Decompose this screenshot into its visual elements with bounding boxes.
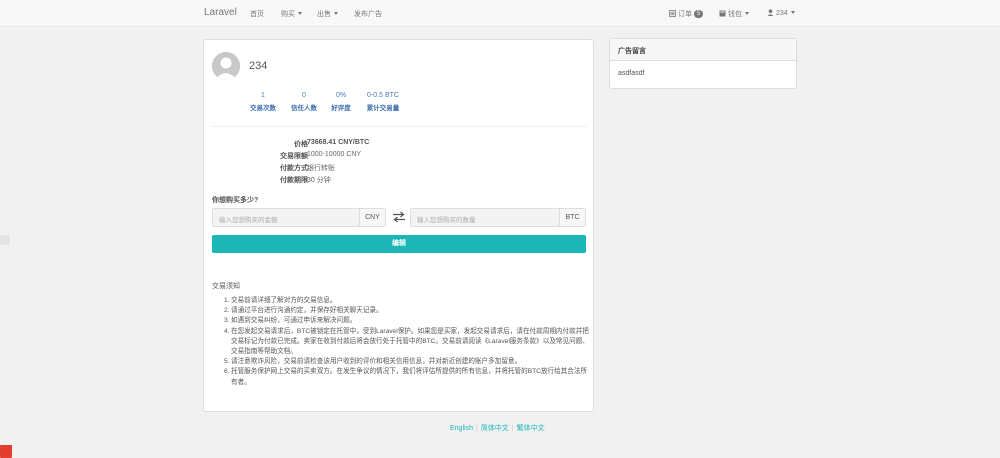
info-label: 价格 [294,141,308,148]
nav-post-ad[interactable]: 发布广告 [354,9,382,19]
list-item: 2. 请通过平台进行沟通约定，并保存好相关聊天记录。 [224,307,383,315]
ad-message-text: asdfasdf [618,70,645,77]
stat-value: 0-0.5 BTC [367,92,399,99]
info-label: 交易限额 [280,153,308,160]
nav-buy-label: 购买 [281,11,295,18]
nav-user-label: 234 [776,10,788,17]
orders-count-badge: 5 [694,10,704,18]
ad-message-title: 广告留言 [610,39,796,61]
list-item: 3. 如遇到交易纠纷，可通过申诉来解决问题。 [224,317,357,325]
info-row-payment-method: 付款方式 银行转账 [204,163,595,173]
info-row-limit: 交易限额 1000-10000 CNY [204,151,595,161]
separator: | [511,425,514,432]
swap-icon[interactable] [392,211,406,223]
notice-title: 交易须知 [212,283,240,290]
list-icon [669,10,676,17]
navbar: Laravel 首页 购买 出售 发布广告 订单 5 钱包 234 [0,0,1000,27]
edit-button[interactable]: 编辑 [212,235,586,253]
chevron-down-icon [745,12,749,15]
info-label: 付款方式 [280,165,308,172]
ad-message-panel: 广告留言 asdfasdf [609,38,797,89]
amount-currency: CNY [359,209,385,226]
nav-orders-label: 订单 [678,11,692,18]
nav-orders[interactable]: 订单 5 [669,9,704,19]
quantity-currency: BTC [559,209,585,226]
chevron-down-icon [298,12,302,15]
notice-text: 请通过平台进行沟通约定，并保存好相关聊天记录。 [231,307,383,315]
stat-volume: 0-0.5 BTC 累计交易量 [358,92,408,112]
notice-text: 在您发起交易请求后，BTC被锁定在托管中，受到Laravel保护。如果您是买家，… [231,327,589,356]
nav-buy[interactable]: 购买 [281,9,302,19]
avatar[interactable] [212,52,240,80]
amount-input[interactable]: 输入您想购买的金额 [213,209,359,226]
price-value: 73668.41 CNY/BTC [307,139,370,146]
language-switcher: English | 简体中文 | 繁体中文 [450,423,545,433]
list-item: 1. 交易前请详细了解对方的交易信息。 [224,297,337,304]
nav-sell[interactable]: 出售 [317,9,338,19]
list-item: 5. 请注意欺诈风险，交易前请检查该用户收到的评价和相关信用信息，并对新近创建的账… [224,358,522,366]
chevron-down-icon [790,11,795,14]
brand-logo[interactable]: Laravel [204,7,237,18]
divider [212,126,586,127]
purchase-question: 你想购买多少? [212,197,259,204]
nav-home[interactable]: 首页 [250,9,264,19]
stat-label: 累计交易量 [366,105,400,112]
user-icon [767,9,774,16]
ad-detail-panel: 234 1 交易次数 0 信任人数 0% 好评度 0-0.5 BTC 累计交易量… [203,39,594,412]
notice-text: 托管服务保护网上交易的买卖双方。在发生争议的情况下，我们将评估所提供的所有信息，… [231,368,588,386]
user-avatar-icon [212,52,240,80]
side-toggle-handle[interactable] [0,235,10,245]
limit-value: 1000-10000 CNY [307,151,362,158]
nav-user-menu[interactable]: 234 [767,9,795,17]
info-row-price: 价格 73668.41 CNY/BTC [204,139,595,149]
lang-simplified-chinese[interactable]: 简体中文 [481,425,509,432]
notice-text: 如遇到交易纠纷，可通过申诉来解决问题。 [231,317,357,325]
corner-widget-icon[interactable] [0,445,12,458]
book-icon [719,10,726,17]
notice-list: 1. 交易前请详细了解对方的交易信息。 2. 请通过平台进行沟通约定，并保存好相关聊… [224,296,590,388]
list-item: 6. 托管服务保护网上交易的买卖双方。在发生争议的情况下，我们将评估所提供的所有信… [224,368,588,386]
quantity-input-group: 输入您想购买的数量 BTC [410,208,586,227]
nav-sell-label: 出售 [317,11,331,18]
info-row-payment-period: 付款期限 30 分钟 [204,175,595,185]
amount-input-group: 输入您想购买的金额 CNY [212,208,386,227]
quantity-input[interactable]: 输入您想购买的数量 [411,209,559,226]
lang-traditional-chinese[interactable]: 繁体中文 [517,425,545,432]
separator: | [475,425,478,432]
payment-period-value: 30 分钟 [307,177,331,184]
info-label: 付款期限 [280,177,308,184]
notice-text: 交易前请详细了解对方的交易信息。 [231,297,337,304]
lang-english[interactable]: English [450,425,473,432]
nav-wallet[interactable]: 钱包 [719,9,749,19]
seller-username[interactable]: 234 [249,60,267,72]
chevron-down-icon [334,12,338,15]
nav-wallet-label: 钱包 [728,11,742,18]
payment-method-value: 银行转账 [307,165,335,172]
list-item: 4. 在您发起交易请求后，BTC被锁定在托管中，受到Laravel保护。如果您是买… [224,327,589,356]
notice-text: 请注意欺诈风险，交易前请检查该用户收到的评价和相关信用信息，并对新近创建的账户多… [231,358,522,366]
